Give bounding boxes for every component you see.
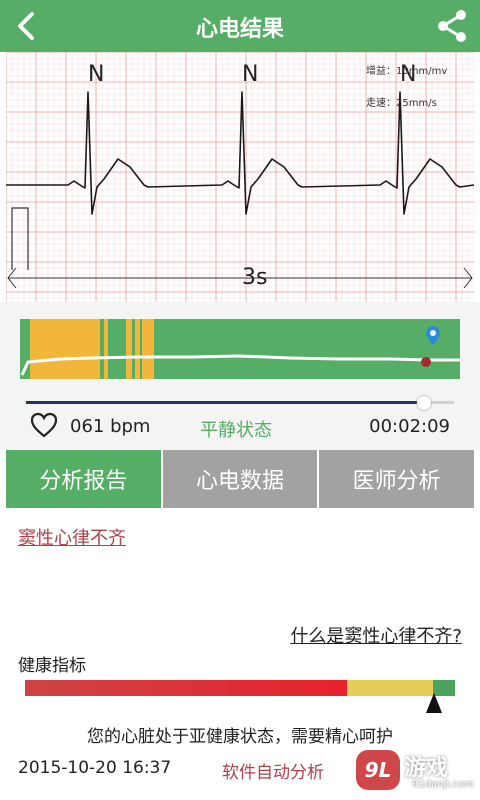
slider-knob[interactable] <box>417 396 431 410</box>
speed-label: 走速：25mm/s <box>366 98 437 109</box>
tab-analysis-report[interactable]: 分析报告 <box>6 450 161 508</box>
page-title: 心电结果 <box>195 17 284 42</box>
watermark-url: 91danji.com <box>412 779 474 790</box>
report-source: 软件自动分析 <box>222 763 324 783</box>
gain-label: 增益：10mm/mv <box>366 66 448 77</box>
playback-slider[interactable] <box>26 396 454 410</box>
time-span-label: 3s <box>242 265 268 290</box>
trend-panel: 061 bpm 平静状态 00:02:09 <box>0 302 480 450</box>
ecg-strip[interactable]: N N N 增益：10mm/mv 走速：25mm/s 3s <box>6 52 474 302</box>
state-label: 平静状态 <box>200 420 272 441</box>
heart-rate-trend[interactable] <box>20 319 460 379</box>
watermark-badge: 9L <box>356 750 400 790</box>
heart-icon <box>30 412 58 438</box>
health-index-title: 健康指标 <box>18 656 86 676</box>
tab-doctor-analysis[interactable]: 医师分析 <box>317 450 475 508</box>
watermark-text: 游戏 <box>404 756 449 781</box>
stats-row: 061 bpm 平静状态 00:02:09 <box>0 410 480 444</box>
tab-ecg-data[interactable]: 心电数据 <box>160 450 318 508</box>
app-header: 心电结果 <box>0 0 480 52</box>
tab-bar: 分析报告 心电数据 医师分析 <box>6 450 475 508</box>
share-icon[interactable] <box>434 8 470 44</box>
diagnosis-link[interactable]: 窦性心律不齐 <box>18 524 126 550</box>
what-is-link[interactable]: 什么是窦性心律不齐? <box>290 622 462 648</box>
report-date: 2015-10-20 16:37 <box>18 758 172 778</box>
beat-label: N <box>88 62 105 87</box>
beat-label: N <box>242 62 259 87</box>
health-index-bar <box>25 680 455 696</box>
heart-rate-value: 061 bpm <box>70 416 151 437</box>
health-advice: 您的心脏处于亚健康状态，需要精心呵护 <box>87 727 393 747</box>
elapsed-time: 00:02:09 <box>369 416 450 437</box>
site-watermark: 9L 游戏 91danji.com <box>356 748 476 796</box>
health-pointer-icon <box>425 693 442 713</box>
ecg-grid <box>6 52 474 302</box>
